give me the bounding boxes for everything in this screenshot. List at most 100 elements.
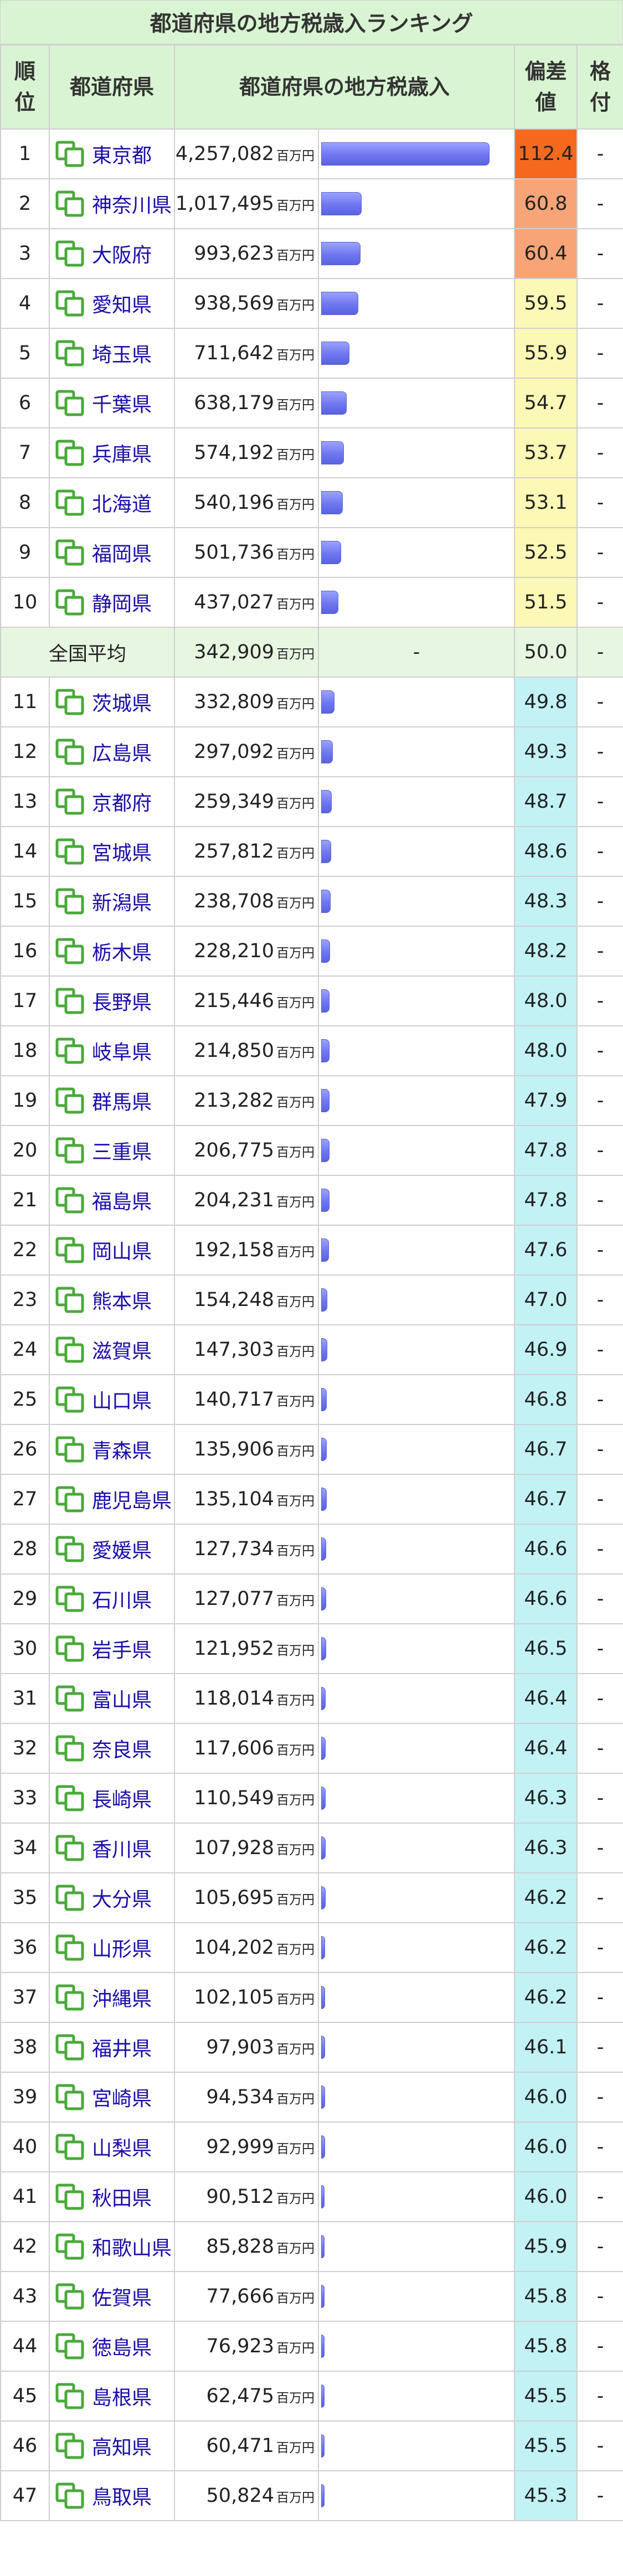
prefecture-link[interactable]: 兵庫県 — [55, 438, 174, 467]
compare-icon[interactable] — [55, 1187, 84, 1214]
prefecture-link[interactable]: 山梨県 — [55, 2133, 174, 2161]
prefecture-link[interactable]: 宮崎県 — [55, 2083, 174, 2112]
compare-icon[interactable] — [55, 1137, 84, 1164]
prefecture-name[interactable]: 富山県 — [92, 1684, 152, 1713]
prefecture-name[interactable]: 茨城県 — [92, 688, 152, 716]
prefecture-name[interactable]: 栃木県 — [92, 937, 152, 966]
compare-icon[interactable] — [55, 2183, 84, 2210]
compare-icon[interactable] — [55, 440, 84, 466]
prefecture-link[interactable]: 群馬県 — [55, 1086, 174, 1115]
prefecture-name[interactable]: 北海道 — [92, 488, 152, 517]
compare-icon[interactable] — [55, 1635, 84, 1662]
compare-icon[interactable] — [55, 1785, 84, 1811]
prefecture-link[interactable]: 東京都 — [55, 140, 174, 168]
prefecture-link[interactable]: 鳥取県 — [55, 2481, 174, 2510]
prefecture-name[interactable]: 山口県 — [92, 1385, 152, 1414]
prefecture-link[interactable]: 高知県 — [55, 2432, 174, 2460]
prefecture-link[interactable]: 大分県 — [55, 1883, 174, 1912]
compare-icon[interactable] — [55, 2084, 84, 2110]
prefecture-name[interactable]: 長崎県 — [92, 1784, 152, 1813]
compare-icon[interactable] — [55, 1586, 84, 1612]
prefecture-link[interactable]: 福岡県 — [55, 538, 174, 567]
prefecture-link[interactable]: 大阪府 — [55, 239, 174, 268]
compare-icon[interactable] — [55, 589, 84, 616]
prefecture-link[interactable]: 山形県 — [55, 1933, 174, 1962]
compare-icon[interactable] — [55, 1934, 84, 1961]
prefecture-link[interactable]: 広島県 — [55, 737, 174, 766]
prefecture-name[interactable]: 宮崎県 — [92, 2083, 152, 2112]
prefecture-name[interactable]: 沖縄県 — [92, 1983, 152, 2012]
prefecture-link[interactable]: 愛媛県 — [55, 1535, 174, 1563]
compare-icon[interactable] — [55, 2134, 84, 2160]
compare-icon[interactable] — [55, 689, 84, 715]
compare-icon[interactable] — [55, 539, 84, 566]
compare-icon[interactable] — [55, 141, 84, 167]
prefecture-name[interactable]: 鹿児島県 — [92, 1485, 172, 1514]
prefecture-name[interactable]: 岩手県 — [92, 1634, 152, 1663]
prefecture-name[interactable]: 福島県 — [92, 1186, 152, 1215]
prefecture-name[interactable]: 宮城県 — [92, 837, 152, 866]
prefecture-link[interactable]: 佐賀県 — [55, 2282, 174, 2311]
prefecture-link[interactable]: 三重県 — [55, 1136, 174, 1165]
prefecture-name[interactable]: 石川県 — [92, 1584, 152, 1613]
prefecture-name[interactable]: 兵庫県 — [92, 438, 152, 467]
compare-icon[interactable] — [55, 1287, 84, 1313]
prefecture-name[interactable]: 長野県 — [92, 987, 152, 1015]
prefecture-link[interactable]: 静岡県 — [55, 588, 174, 617]
prefecture-name[interactable]: 熊本県 — [92, 1286, 152, 1314]
prefecture-name[interactable]: 鳥取県 — [92, 2481, 152, 2510]
compare-icon[interactable] — [55, 340, 84, 366]
prefecture-link[interactable]: 秋田県 — [55, 2182, 174, 2211]
compare-icon[interactable] — [55, 1735, 84, 1762]
compare-icon[interactable] — [55, 938, 84, 964]
prefecture-name[interactable]: 三重県 — [92, 1136, 152, 1165]
compare-icon[interactable] — [55, 838, 84, 865]
prefecture-name[interactable]: 京都府 — [92, 787, 152, 816]
compare-icon[interactable] — [55, 290, 84, 317]
compare-icon[interactable] — [55, 1436, 84, 1463]
compare-icon[interactable] — [55, 1536, 84, 1562]
prefecture-name[interactable]: 奈良県 — [92, 1734, 152, 1763]
prefecture-name[interactable]: 島根県 — [92, 2382, 152, 2410]
compare-icon[interactable] — [55, 2283, 84, 2310]
compare-icon[interactable] — [55, 1685, 84, 1712]
prefecture-link[interactable]: 奈良県 — [55, 1734, 174, 1763]
prefecture-link[interactable]: 宮城県 — [55, 837, 174, 866]
prefecture-name[interactable]: 山形県 — [92, 1933, 152, 1962]
prefecture-link[interactable]: 熊本県 — [55, 1286, 174, 1314]
prefecture-name[interactable]: 佐賀県 — [92, 2282, 152, 2311]
compare-icon[interactable] — [55, 739, 84, 765]
prefecture-link[interactable]: 岡山県 — [55, 1236, 174, 1264]
compare-icon[interactable] — [55, 1885, 84, 1911]
compare-icon[interactable] — [55, 2233, 84, 2260]
compare-icon[interactable] — [55, 988, 84, 1014]
prefecture-link[interactable]: 新潟県 — [55, 887, 174, 916]
prefecture-name[interactable]: 群馬県 — [92, 1086, 152, 1115]
prefecture-link[interactable]: 山口県 — [55, 1385, 174, 1414]
compare-icon[interactable] — [55, 2433, 84, 2459]
prefecture-name[interactable]: 大分県 — [92, 1883, 152, 1912]
compare-icon[interactable] — [55, 190, 84, 217]
prefecture-link[interactable]: 鹿児島県 — [55, 1485, 174, 1514]
compare-icon[interactable] — [55, 240, 84, 267]
prefecture-link[interactable]: 福井県 — [55, 2033, 174, 2062]
prefecture-name[interactable]: 東京都 — [92, 140, 152, 168]
prefecture-name[interactable]: 神奈川県 — [92, 189, 172, 218]
compare-icon[interactable] — [55, 1386, 84, 1413]
compare-icon[interactable] — [55, 2383, 84, 2409]
compare-icon[interactable] — [55, 888, 84, 915]
compare-icon[interactable] — [55, 1984, 84, 2011]
prefecture-link[interactable]: 千葉県 — [55, 389, 174, 417]
prefecture-link[interactable]: 岩手県 — [55, 1634, 174, 1663]
prefecture-name[interactable]: 福岡県 — [92, 538, 152, 567]
prefecture-name[interactable]: 滋賀県 — [92, 1335, 152, 1364]
compare-icon[interactable] — [55, 2333, 84, 2360]
prefecture-name[interactable]: 愛知県 — [92, 289, 152, 318]
compare-icon[interactable] — [55, 1237, 84, 1263]
compare-icon[interactable] — [55, 2034, 84, 2061]
prefecture-link[interactable]: 富山県 — [55, 1684, 174, 1713]
prefecture-link[interactable]: 和歌山県 — [55, 2232, 174, 2261]
compare-icon[interactable] — [55, 1486, 84, 1512]
prefecture-name[interactable]: 高知県 — [92, 2432, 152, 2460]
prefecture-name[interactable]: 青森県 — [92, 1435, 152, 1464]
